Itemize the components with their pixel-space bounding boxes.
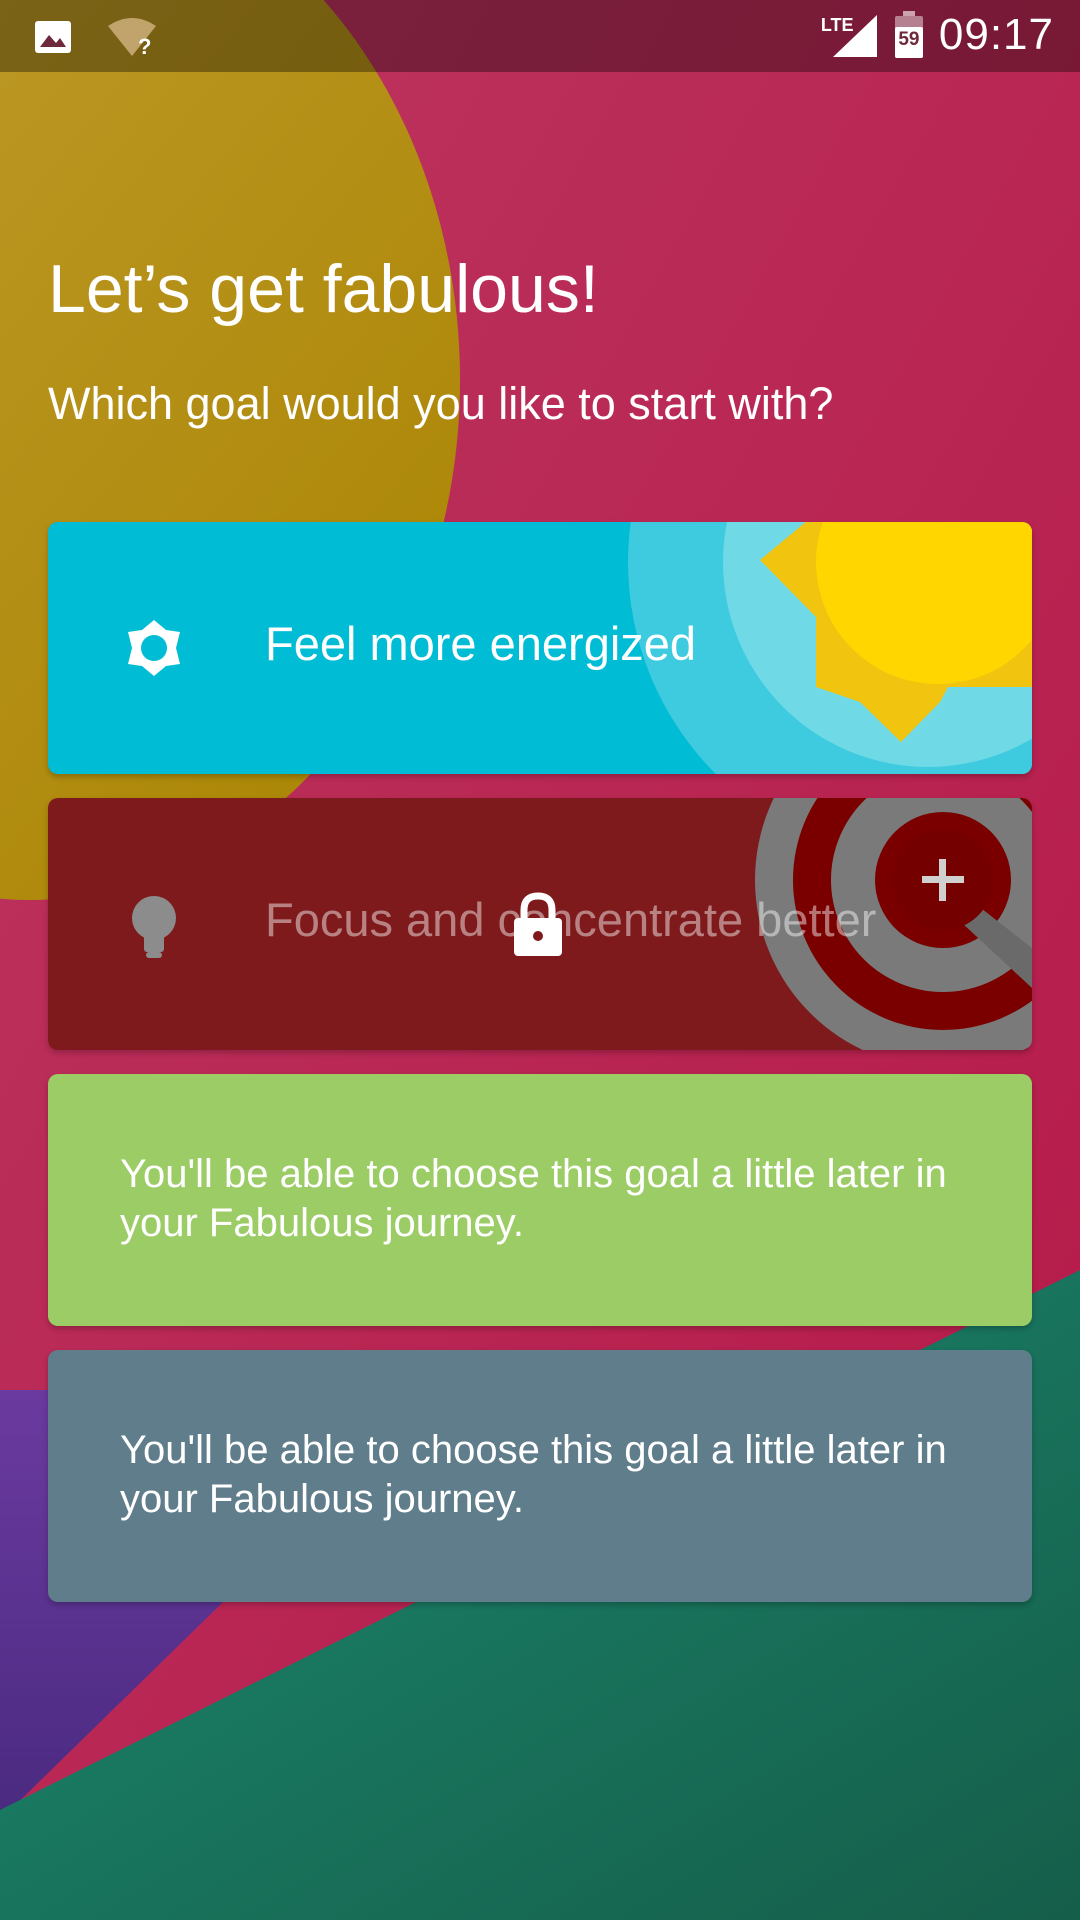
locked-goal-message: You'll be able to choose this goal a lit… [120, 1152, 947, 1245]
goal-card-energized[interactable]: Feel more energized [48, 522, 1032, 774]
page-title: Let’s get fabulous! [48, 251, 599, 327]
page-subtitle: Which goal would you like to start with? [48, 378, 834, 429]
status-bar: ? LTE 59 09:17 [0, 0, 1080, 72]
wifi-unknown-icon: ? [106, 16, 158, 63]
lightbulb-icon [124, 894, 184, 958]
sun-icon [124, 618, 184, 678]
locked-goal-card: You'll be able to choose this goal a lit… [48, 1074, 1032, 1326]
locked-goal-message: You'll be able to choose this goal a lit… [120, 1428, 947, 1521]
goal-label: Feel more energized [265, 617, 697, 670]
image-notification-icon [34, 18, 72, 61]
svg-text:?: ? [138, 34, 151, 58]
signal-icon: LTE [821, 11, 879, 59]
battery-icon: 59 [893, 11, 925, 59]
locked-goal-card: You'll be able to choose this goal a lit… [48, 1350, 1032, 1602]
goal-card-focus[interactable]: Focus and concentrate better [48, 798, 1032, 1050]
lock-icon [510, 890, 566, 958]
clock: 09:17 [938, 10, 1054, 59]
goal-label: Focus and concentrate better [265, 893, 877, 946]
battery-level: 59 [898, 29, 920, 50]
